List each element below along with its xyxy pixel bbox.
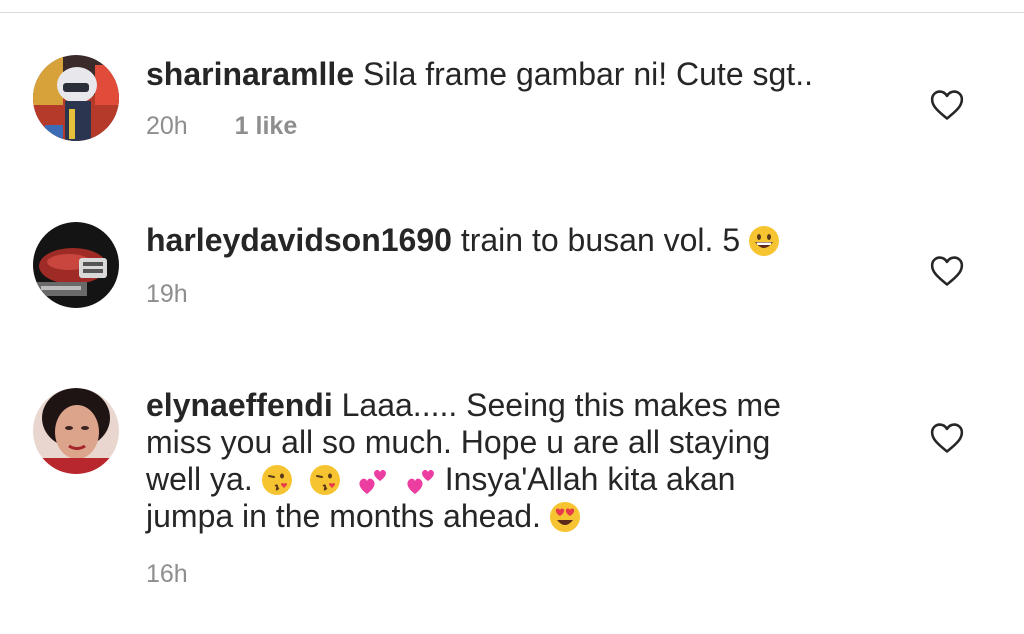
username[interactable]: sharinaramlle — [146, 56, 354, 92]
heart-icon[interactable] — [930, 89, 964, 121]
comment-body: well ya. — [146, 461, 253, 497]
comment-text: harleydavidson1690 train to busan vol. 5 — [146, 222, 846, 259]
comment-line: jumpa in the months ahead. — [146, 498, 846, 535]
comment-line: well ya. Insya'Allah kita akan — [146, 461, 846, 498]
heart-icon[interactable] — [930, 255, 964, 287]
comment-text: sharinaramlle Sila frame gambar ni! Cute… — [146, 56, 846, 93]
comment-meta: 16h — [146, 560, 188, 589]
two-hearts-icon — [405, 464, 437, 496]
comment-body: jumpa in the months ahead. — [146, 498, 541, 534]
timestamp: 20h — [146, 112, 188, 140]
avatar[interactable] — [33, 222, 119, 308]
top-divider — [0, 12, 1024, 13]
grinning-face-icon — [748, 225, 780, 257]
comment-line: miss you all so much. Hope u are all sta… — [146, 424, 771, 460]
comment-body: train to busan vol. 5 — [460, 222, 741, 258]
like-count[interactable]: 1 like — [235, 112, 298, 141]
comment-text: elynaeffendi Laaa..... Seeing this makes… — [146, 387, 846, 535]
comment-meta: 20h 1 like — [146, 112, 297, 141]
comment-line: elynaeffendi Laaa..... Seeing this makes… — [146, 387, 846, 424]
timestamp: 19h — [146, 280, 188, 308]
comment-body: Laaa..... Seeing this makes me — [341, 387, 781, 423]
heart-icon[interactable] — [930, 422, 964, 454]
face-blowing-kiss-icon — [309, 464, 341, 496]
timestamp: 16h — [146, 560, 188, 588]
face-blowing-kiss-icon — [261, 464, 293, 496]
username[interactable]: elynaeffendi — [146, 387, 333, 423]
avatar[interactable] — [33, 388, 119, 474]
comment-body: Insya'Allah kita akan — [444, 461, 736, 497]
helmet-rider-avatar-icon — [33, 55, 119, 141]
username[interactable]: harleydavidson1690 — [146, 222, 452, 258]
avatar[interactable] — [33, 55, 119, 141]
two-hearts-icon — [357, 464, 389, 496]
comment-body: Sila frame gambar ni! Cute sgt.. — [363, 56, 813, 92]
woman-portrait-avatar-icon — [33, 388, 119, 474]
motorcycle-avatar-icon — [33, 222, 119, 308]
heart-eyes-icon — [549, 501, 581, 533]
comment-meta: 19h — [146, 280, 188, 309]
